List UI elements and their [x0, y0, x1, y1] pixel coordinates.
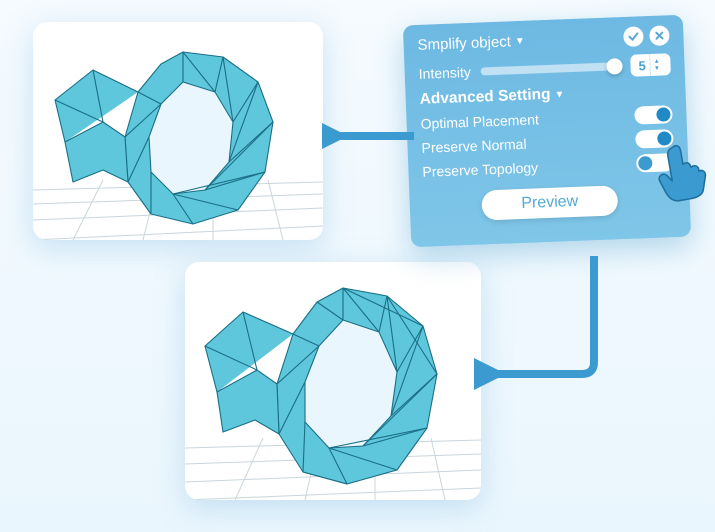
intensity-value: 5	[638, 54, 650, 76]
simplify-panel: Smplify object ▼ Intensity 5 ▲ ▼ Advance…	[403, 15, 691, 248]
advanced-setting-label: Advanced Setting	[419, 86, 551, 109]
close-icon[interactable]	[649, 25, 670, 46]
toggle-preserve-topology[interactable]	[636, 153, 675, 172]
preview-after-card	[185, 262, 481, 500]
toggle-optimal-placement[interactable]	[634, 105, 673, 124]
confirm-icon[interactable]	[623, 26, 644, 47]
dropdown-triangle-icon: ▼	[554, 89, 564, 100]
setting-label-optimal-placement: Optimal Placement	[420, 111, 539, 132]
intensity-label: Intensity	[418, 64, 471, 82]
arrow-to-before-preview	[322, 116, 418, 156]
advanced-setting-dropdown[interactable]: Advanced Setting ▼	[419, 81, 672, 109]
step-down-icon[interactable]: ▼	[654, 65, 660, 71]
mesh-preview-before	[33, 22, 323, 240]
intensity-slider[interactable]	[481, 62, 621, 75]
mesh-preview-after	[185, 262, 481, 500]
dropdown-triangle-icon: ▼	[515, 35, 525, 46]
step-up-icon[interactable]: ▲	[654, 58, 660, 64]
intensity-stepper[interactable]: 5 ▲ ▼	[630, 53, 671, 77]
preview-before-card	[33, 22, 323, 240]
preview-button[interactable]: Preview	[481, 185, 619, 220]
arrow-to-after-preview	[474, 252, 624, 392]
setting-label-preserve-topology: Preserve Topology	[422, 159, 538, 179]
panel-title-text: Smplify object	[417, 33, 511, 54]
toggle-preserve-normal[interactable]	[635, 129, 674, 148]
setting-label-preserve-normal: Preserve Normal	[421, 136, 527, 156]
panel-title-dropdown[interactable]: Smplify object ▼	[417, 32, 525, 53]
slider-knob[interactable]	[606, 58, 623, 75]
